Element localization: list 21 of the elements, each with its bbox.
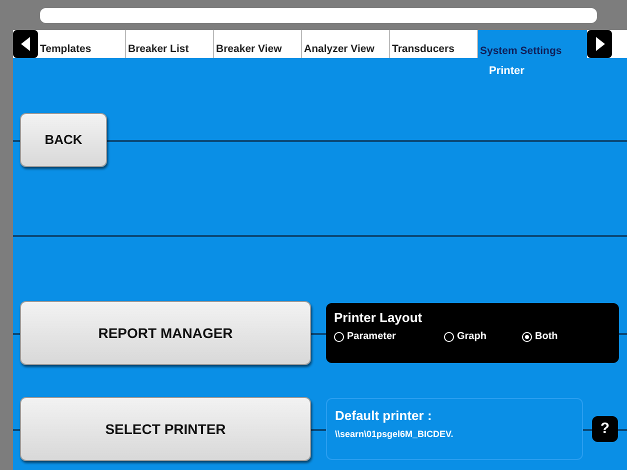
left-triangle-icon xyxy=(20,37,30,51)
select-printer-button[interactable]: SELECT PRINTER xyxy=(20,397,311,461)
default-printer-label: Default printer : xyxy=(335,409,433,422)
report-manager-button[interactable]: REPORT MANAGER xyxy=(20,301,311,365)
layout-radio-option[interactable]: Parameter xyxy=(334,329,444,344)
layout-radio-option[interactable]: Graph xyxy=(444,329,522,344)
printer-layout-title: Printer Layout xyxy=(334,311,424,324)
tab[interactable]: System Settings xyxy=(478,30,587,58)
default-printer-path: \\searn\01psgel6M_BICDEV. xyxy=(335,430,454,439)
back-button[interactable]: BACK xyxy=(20,113,107,167)
scroll-right-button[interactable] xyxy=(587,30,612,58)
scroll-left-button[interactable] xyxy=(13,30,38,58)
tab[interactable]: Breaker View xyxy=(214,30,302,58)
right-triangle-icon xyxy=(594,37,604,51)
page-subtitle: Printer xyxy=(489,65,524,77)
tab[interactable]: Breaker List xyxy=(126,30,214,58)
tab[interactable]: Templates xyxy=(38,30,126,58)
layout-radio-option[interactable]: Both xyxy=(522,329,600,344)
help-button[interactable]: ? xyxy=(592,416,618,442)
tab[interactable]: Analyzer View xyxy=(302,30,390,58)
tab[interactable]: Transducers xyxy=(390,30,478,58)
